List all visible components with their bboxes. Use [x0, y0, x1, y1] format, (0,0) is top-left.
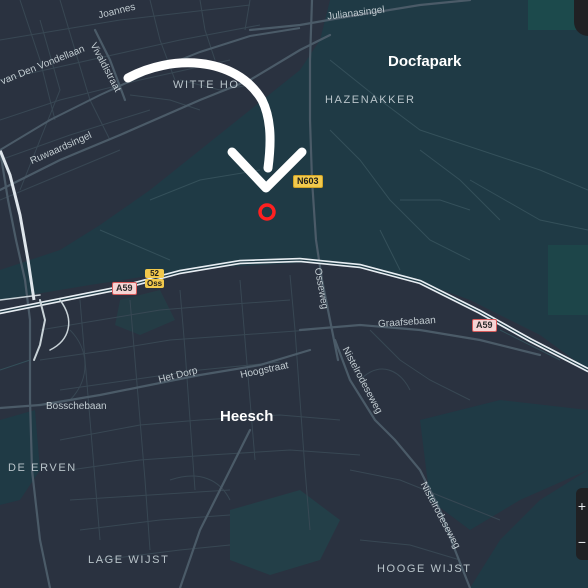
place-label-de-erven: DE ERVEN	[8, 462, 77, 474]
place-label-heesch: Heesch	[220, 408, 274, 425]
zoom-controls: + −	[576, 488, 588, 560]
zoom-out-button[interactable]: −	[576, 524, 588, 560]
map-corner-button[interactable]	[574, 0, 588, 36]
zoom-in-button[interactable]: +	[576, 488, 588, 524]
place-label-witte-hoef: WITTE HO	[173, 79, 240, 91]
road-shield-n603: N603	[293, 175, 323, 188]
road-shield-a59-east: A59	[472, 319, 497, 332]
place-label-docfapark: Docfapark	[388, 53, 462, 70]
location-ring-icon[interactable]	[258, 203, 276, 221]
map-view[interactable]: Docfapark Heesch WITTE HO HAZENAKKER DE …	[0, 0, 588, 588]
exit-name: Oss	[145, 279, 165, 288]
place-label-hooge-wijst: HOOGE WIJST	[377, 563, 472, 575]
road-shield-a59-west: A59	[112, 282, 137, 295]
place-label-lage-wijst: LAGE WIJST	[88, 554, 170, 566]
curved-arrow-icon	[126, 50, 306, 192]
street-label-bosschebaan: Bosschebaan	[46, 401, 107, 412]
place-label-hazenakker: HAZENAKKER	[325, 94, 416, 106]
exit-sign: 52 Oss	[145, 269, 165, 288]
exit-number: 52	[145, 269, 165, 278]
